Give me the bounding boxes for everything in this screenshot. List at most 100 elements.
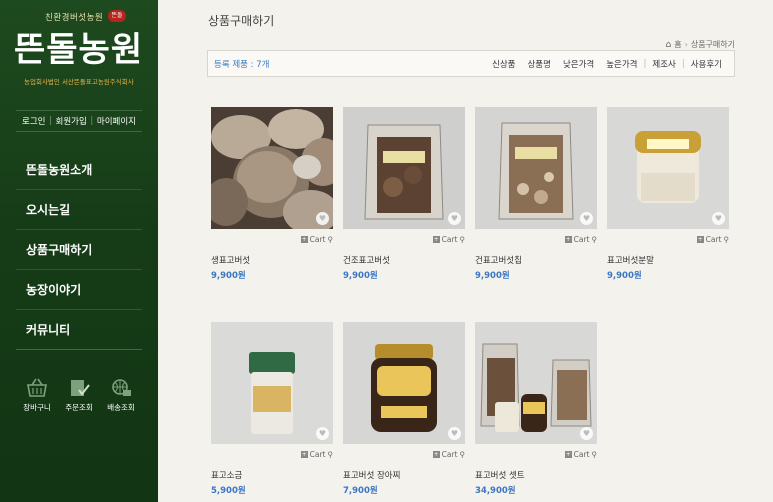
plus-icon: + xyxy=(696,236,704,243)
sidebar: 친환경버섯농원 뜬돌 뜬돌농원 농업회사법인 서산뜬돌표고농원주식회사 로그인 … xyxy=(0,0,158,502)
product-name[interactable]: 건조표고버섯 xyxy=(343,254,465,266)
breadcrumb-current: 상품구매하기 xyxy=(690,40,735,49)
product-card[interactable]: ♥ + Cart ⚲ 표고버섯 셋트 34,900원 xyxy=(475,322,597,496)
heart-icon[interactable]: ♥ xyxy=(580,427,593,440)
sort-name[interactable]: 상품명 xyxy=(521,58,556,70)
menu-item-about[interactable]: 뜬돌농원소개 xyxy=(16,150,142,190)
heart-icon[interactable]: ♥ xyxy=(448,427,461,440)
heart-icon[interactable]: ♥ xyxy=(316,212,329,225)
search-icon[interactable]: ⚲ xyxy=(328,235,334,244)
mypage-link[interactable]: 마이페이지 xyxy=(97,115,136,127)
product-price: 34,900원 xyxy=(475,486,516,496)
product-toolbar: 등록 제품 : 7개 신상품 상품명 낮은가격 높은가격 | 제조사 | 사용후… xyxy=(207,50,735,77)
menu-item-directions[interactable]: 오시는길 xyxy=(16,190,142,230)
auth-bar: 로그인 | 회원가입 | 마이페이지 xyxy=(16,110,142,132)
product-card[interactable]: ♥ + Cart ⚲ 건표고버섯칩 9,900원 xyxy=(475,107,597,281)
add-to-cart[interactable]: + Cart ⚲ xyxy=(343,234,465,245)
bottle-photo xyxy=(211,322,333,444)
add-to-cart[interactable]: + Cart ⚲ xyxy=(343,449,465,460)
cart-label: Cart xyxy=(309,450,326,459)
package-photo xyxy=(475,107,597,229)
product-card[interactable]: ♥ + Cart ⚲ 건조표고버섯 9,900원 xyxy=(343,107,465,281)
heart-icon[interactable]: ♥ xyxy=(712,212,725,225)
plus-icon: + xyxy=(300,236,308,243)
menu-item-farm-story[interactable]: 농장이야기 xyxy=(16,270,142,310)
product-card[interactable]: ♥ + Cart ⚲ 생표고버섯 9,900원 xyxy=(211,107,333,281)
package-photo xyxy=(343,107,465,229)
cart-label: Cart xyxy=(573,235,590,244)
product-card[interactable]: ♥ + Cart ⚲ 표고버섯 장아찌 7,900원 xyxy=(343,322,465,496)
add-to-cart[interactable]: + Cart ⚲ xyxy=(211,449,333,460)
sort-reviews[interactable]: 사용후기 xyxy=(685,58,728,70)
order-check-icon xyxy=(71,380,90,396)
heart-icon[interactable]: ♥ xyxy=(448,212,461,225)
product-price: 9,900원 xyxy=(343,271,378,281)
logo[interactable]: 친환경버섯농원 뜬돌 뜬돌농원 농업회사법인 서산뜬돌표고농원주식회사 xyxy=(0,0,158,100)
signup-link[interactable]: 회원가입 xyxy=(56,115,87,127)
product-image-shiitake-salt[interactable]: ♥ xyxy=(211,322,333,444)
sort-high-price[interactable]: 높은가격 xyxy=(600,58,643,70)
add-to-cart[interactable]: + Cart ⚲ xyxy=(475,449,597,460)
product-card[interactable]: ♥ + Cart ⚲ 표고버섯분말 9,900원 xyxy=(607,107,729,281)
sort-newest[interactable]: 신상품 xyxy=(486,58,521,70)
search-icon[interactable]: ⚲ xyxy=(592,235,598,244)
mushroom-photo xyxy=(211,107,333,229)
product-image-shiitake-powder[interactable]: ♥ xyxy=(607,107,729,229)
menu-item-community[interactable]: 커뮤니티 xyxy=(16,310,142,350)
logo-seal: 뜬돌 xyxy=(108,10,126,22)
plus-icon: + xyxy=(432,451,440,458)
product-image-shiitake-pickle[interactable]: ♥ xyxy=(343,322,465,444)
add-to-cart[interactable]: + Cart ⚲ xyxy=(475,234,597,245)
divider: | xyxy=(49,116,52,126)
quick-order-button[interactable]: 주문조회 xyxy=(59,378,99,413)
product-image-shiitake-chips[interactable]: ♥ xyxy=(475,107,597,229)
home-icon[interactable]: ⌂ xyxy=(666,40,672,50)
quick-cart-button[interactable]: 장바구니 xyxy=(17,378,57,413)
product-name[interactable]: 표고버섯 셋트 xyxy=(475,469,597,481)
jar-photo xyxy=(343,322,465,444)
sort-maker[interactable]: 제조사 xyxy=(646,58,681,70)
product-price: 5,900원 xyxy=(211,486,246,496)
add-to-cart[interactable]: + Cart ⚲ xyxy=(211,234,333,245)
page-title: 상품구매하기 xyxy=(208,14,275,28)
heart-icon[interactable]: ♥ xyxy=(316,427,329,440)
menu-item-shop[interactable]: 상품구매하기 xyxy=(16,230,142,270)
search-icon[interactable]: ⚲ xyxy=(460,450,466,459)
quick-order-label: 주문조회 xyxy=(65,403,93,412)
product-card[interactable]: ♥ + Cart ⚲ 표고소금 5,900원 xyxy=(211,322,333,496)
product-name[interactable]: 생표고버섯 xyxy=(211,254,333,266)
product-price: 9,900원 xyxy=(211,271,246,281)
product-price: 7,900원 xyxy=(343,486,378,496)
cart-label: Cart xyxy=(573,450,590,459)
quick-links: 장바구니 주문조회 배송조회 xyxy=(16,378,142,413)
quick-delivery-label: 배송조회 xyxy=(107,403,135,412)
cart-label: Cart xyxy=(441,450,458,459)
product-image-shiitake-set[interactable]: ♥ xyxy=(475,322,597,444)
sort-low-price[interactable]: 낮은가격 xyxy=(557,58,600,70)
product-name[interactable]: 표고버섯 장아찌 xyxy=(343,469,465,481)
product-name[interactable]: 표고버섯분말 xyxy=(607,254,729,266)
product-image-dried-shiitake[interactable]: ♥ xyxy=(343,107,465,229)
add-to-cart[interactable]: + Cart ⚲ xyxy=(607,234,729,245)
product-price: 9,900원 xyxy=(607,271,642,281)
plus-icon: + xyxy=(300,451,308,458)
breadcrumb: ⌂ 홈 › 상품구매하기 xyxy=(666,39,735,50)
search-icon[interactable]: ⚲ xyxy=(724,235,730,244)
search-icon[interactable]: ⚲ xyxy=(460,235,466,244)
quick-delivery-button[interactable]: 배송조회 xyxy=(101,378,141,413)
login-link[interactable]: 로그인 xyxy=(22,115,45,127)
main-content: 상품구매하기 ⌂ 홈 › 상품구매하기 등록 제품 : 7개 신상품 상품명 낮… xyxy=(158,0,773,502)
product-name[interactable]: 건표고버섯칩 xyxy=(475,254,597,266)
divider: | xyxy=(90,116,94,126)
breadcrumb-home[interactable]: 홈 xyxy=(674,39,681,50)
heart-icon[interactable]: ♥ xyxy=(580,212,593,225)
search-icon[interactable]: ⚲ xyxy=(592,450,598,459)
cart-label: Cart xyxy=(441,235,458,244)
search-icon[interactable]: ⚲ xyxy=(328,450,334,459)
shopping-basket-icon xyxy=(27,378,47,397)
product-name[interactable]: 표고소금 xyxy=(211,469,333,481)
product-image-fresh-shiitake[interactable]: ♥ xyxy=(211,107,333,229)
delivery-globe-icon xyxy=(112,379,131,396)
logo-tagline: 농업회사법인 서산뜬돌표고농원주식회사 xyxy=(24,78,134,86)
plus-icon: + xyxy=(564,451,572,458)
